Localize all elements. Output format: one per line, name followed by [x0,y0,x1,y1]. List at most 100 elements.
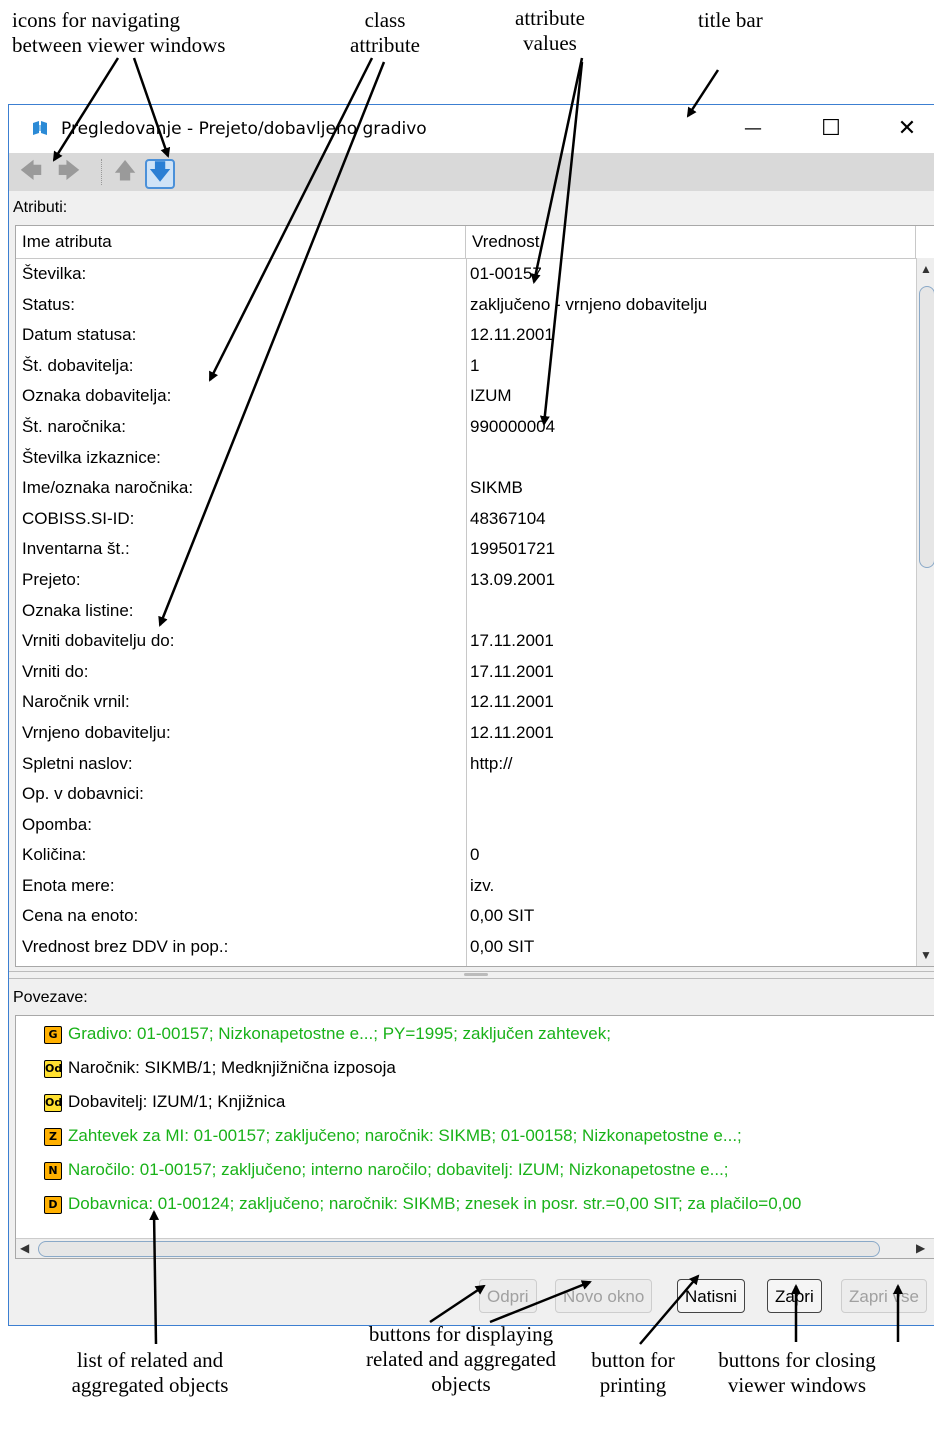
table-row[interactable]: Enota mere: izv. [16,871,914,902]
attribute-value: 0,00 SIT [470,906,535,926]
attribute-name: Oznaka listine: [22,600,134,620]
attribute-name: Datum statusa: [22,325,137,345]
column-header-name[interactable]: Ime atributa [16,226,466,258]
table-body: Številka: 01-00157 Status: zaključeno - vrn… [16,259,914,963]
table-row[interactable]: Količina: 0 [16,840,914,871]
object-type-icon: Z [44,1127,62,1146]
splitter-handle[interactable] [464,973,488,976]
horizontal-scrollbar-thumb[interactable] [38,1241,880,1257]
table-row[interactable]: Naročnik vrnil: 12.11.2001 [16,687,914,718]
close-button[interactable]: Zapri [767,1279,822,1313]
table-row[interactable]: Vrniti do: 17.11.2001 [16,657,914,688]
attribute-value: 12.11.2001 [470,692,554,712]
scroll-up-icon[interactable]: ▲ [920,262,932,276]
table-row[interactable]: Vrednost brez DDV in pop.: 0,00 SIT [16,932,914,963]
table-row[interactable]: Prejeto: 13.09.2001 [16,565,914,596]
annotation-attribute-values: attribute values [515,6,585,55]
table-row[interactable]: Št. dobavitelja: 1 [16,351,914,382]
attribute-name: COBISS.SI-ID: [22,508,135,528]
table-row[interactable]: Datum statusa: 12.11.2001 [16,320,914,351]
table-row[interactable]: Številka: 01-00157 [16,259,914,290]
scroll-right-icon[interactable]: ▶ [916,1241,925,1255]
table-row[interactable]: Cena na enoto: 0,00 SIT [16,901,914,932]
down-arrow-icon[interactable]: 🡇 [145,159,175,189]
table-row[interactable]: COBISS.SI-ID: 48367104 [16,504,914,535]
scrollbar-thumb[interactable] [919,286,934,568]
vertical-scrollbar[interactable]: ▲ ▼ [916,258,934,966]
close-window-button[interactable]: ✕ [887,111,927,145]
attribute-name: Spletni naslov: [22,753,133,773]
close-all-button[interactable]: Zapri vse [841,1279,927,1313]
annotation-title-bar: title bar [698,8,763,32]
table-row[interactable]: Številka izkaznice: [16,443,914,474]
attribute-value: 17.11.2001 [470,631,554,651]
list-item[interactable]: Z Zahtevek za MI: 01-00157; zaključeno; n… [44,1124,742,1148]
column-header-value[interactable]: Vrednost [466,226,916,258]
attribute-value: 12.11.2001 [470,722,554,742]
forward-arrow-icon[interactable]: 🡆 [55,159,83,185]
up-arrow-icon[interactable]: 🡅 [111,159,139,185]
list-item[interactable]: G Gradivo: 01-00157; Nizkonapetostne e...… [44,1022,611,1046]
scroll-down-icon[interactable]: ▼ [920,948,932,962]
object-type-icon: D [44,1195,62,1214]
attribute-name: Naročnik vrnil: [22,692,130,712]
list-item-label: Gradivo: 01-00157; Nizkonapetostne e...;… [68,1024,611,1043]
relations-label: Povezave: [13,989,88,1006]
pane-splitter[interactable] [9,971,934,979]
attribute-name: Opomba: [22,814,92,834]
attribute-name: Inventarna št.: [22,539,130,559]
attribute-value: 0 [470,845,480,865]
table-header: Ime atributa Vrednost [16,226,934,259]
open-button[interactable]: Odpri [479,1279,537,1313]
attribute-name: Št. naročnika: [22,416,126,436]
attribute-name: Oznaka dobavitelja: [22,386,172,406]
table-row[interactable]: Status: zaključeno - vrnjeno dobavitelju [16,290,914,321]
table-row[interactable]: Oznaka dobavitelja: IZUM [16,381,914,412]
table-row[interactable]: Oznaka listine: [16,596,914,627]
annotation-close-buttons: buttons for closing viewer windows [718,1348,876,1397]
list-item[interactable]: Od Dobavitelj: IZUM/1; Knjižnica [44,1090,285,1114]
attribute-name: Vrniti dobavitelju do: [22,631,175,651]
object-type-icon: N [44,1161,62,1180]
list-item-label: Naročilo: 01-00157; zaključeno; interno … [68,1160,729,1179]
table-row[interactable]: Op. v dobavnici: [16,779,914,810]
attribute-value: 990000004 [470,416,556,436]
object-type-icon: G [44,1025,62,1044]
back-arrow-icon[interactable]: 🡄 [17,159,45,185]
attribute-value: 13.09.2001 [470,569,556,589]
attribute-value: 01-00157 [470,264,542,283]
list-item-label: Zahtevek za MI: 01-00157; zaključeno; na… [68,1126,742,1145]
window-title: Pregledovanje - Prejeto/dobavljeno gradi… [61,119,427,139]
print-button[interactable]: Natisni [677,1279,745,1313]
attribute-value: 48367104 [470,508,546,528]
table-row[interactable]: Ime/oznaka naročnika: SIKMB [16,473,914,504]
list-item[interactable]: D Dobavnica: 01-00124; zaključeno; naročn… [44,1192,801,1216]
minimize-button[interactable]: — [733,111,773,145]
annotation-print-button: button for printing [591,1348,675,1397]
list-item[interactable]: N Naročilo: 01-00157; zaključeno; interno… [44,1158,729,1182]
table-row[interactable]: Spletni naslov: http:// [16,749,914,780]
attribute-name: Op. v dobavnici: [22,784,144,804]
attribute-name: Količina: [22,845,87,865]
list-item[interactable]: Od Naročnik: SIKMB/1; Medknjižnična izpos… [44,1056,396,1080]
horizontal-scrollbar[interactable]: ◀ ▶ [16,1238,934,1258]
scroll-left-icon[interactable]: ◀ [20,1241,29,1255]
table-row[interactable]: Opomba: [16,810,914,841]
table-row[interactable]: Vrniti dobavitelju do: 17.11.2001 [16,626,914,657]
title-bar[interactable]: Pregledovanje - Prejeto/dobavljeno gradi… [9,105,934,153]
table-row[interactable]: Inventarna št.: 199501721 [16,534,914,565]
attribute-value: 12.11.2001 [470,325,554,345]
object-type-icon: Od [44,1059,62,1078]
attribute-name: Enota mere: [22,875,115,895]
new-window-button[interactable]: Novo okno [555,1279,653,1313]
attributes-table[interactable]: Ime atributa Vrednost Številka: 01-00157 S… [15,225,934,967]
table-row[interactable]: Vrnjeno dobavitelju: 12.11.2001 [16,718,914,749]
maximize-button[interactable]: ☐ [811,111,851,145]
table-row[interactable]: Št. naročnika: 990000004 [16,412,914,443]
attribute-name: Status: [22,294,75,314]
attribute-name: Ime/oznaka naročnika: [22,478,194,498]
annotation-nav-icons: icons for navigating between viewer windo… [12,8,226,57]
list-item-label: Dobavitelj: IZUM/1; Knjižnica [68,1092,286,1111]
relations-list[interactable]: G Gradivo: 01-00157; Nizkonapetostne e...… [15,1015,934,1259]
object-type-icon: Od [44,1093,62,1112]
